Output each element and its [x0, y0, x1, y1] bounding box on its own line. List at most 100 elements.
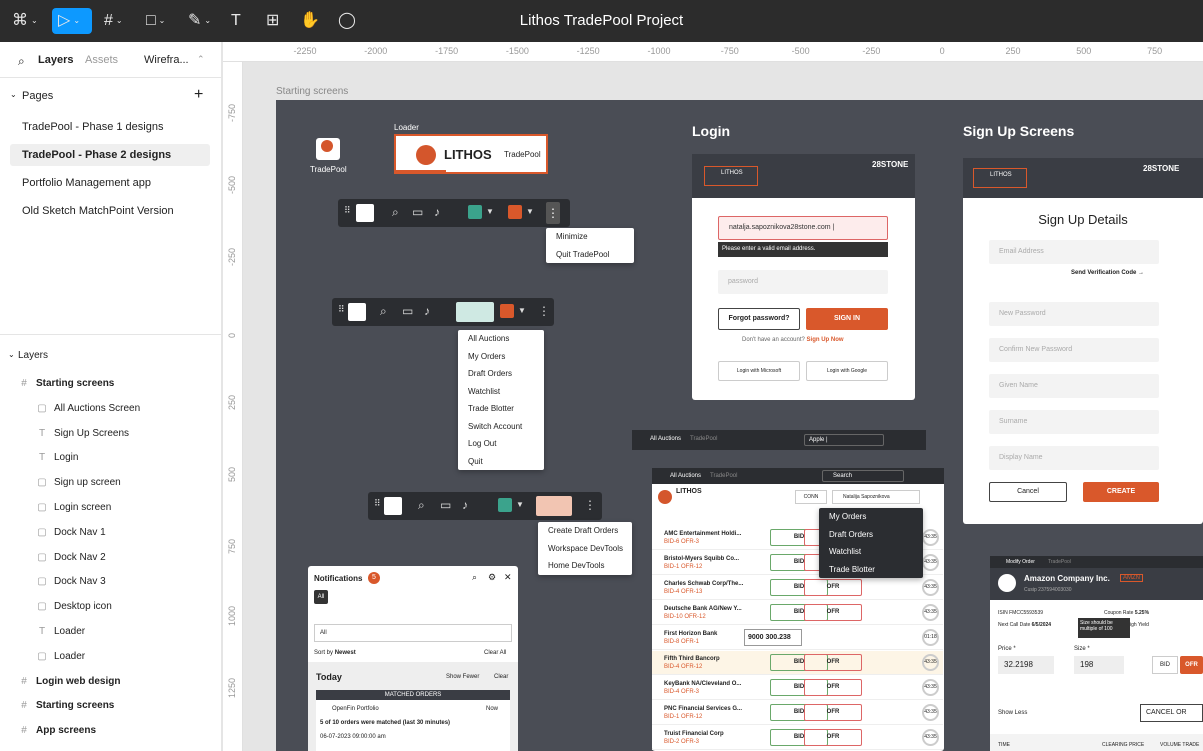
layer-item[interactable]: ▢ Desktop icon [0, 595, 222, 619]
menu-item[interactable]: Trade Blotter [819, 561, 923, 579]
password-field[interactable]: password [718, 270, 888, 294]
page-item[interactable]: Old Sketch MatchPoint Version [10, 200, 210, 222]
terminal-icon[interactable] [508, 205, 522, 219]
chevron-down-icon[interactable]: ▼ [526, 207, 534, 216]
chevron-down-icon[interactable]: ▼ [516, 500, 524, 509]
calendar-dropdown[interactable] [456, 302, 494, 322]
menu-item[interactable]: Quit TradePool [546, 246, 634, 264]
clear-button[interactable]: Clear [494, 674, 508, 680]
send-code-link[interactable]: Send Verification Code → [1071, 270, 1144, 276]
sign-up-now-link[interactable]: Sign Up Now [807, 337, 844, 343]
layer-item[interactable]: # Starting screens [0, 694, 222, 718]
drag-handle-icon[interactable]: ⠿ [338, 304, 345, 315]
close-icon[interactable]: ✕ [504, 572, 512, 583]
confirm-password-field[interactable]: Confirm New Password [989, 338, 1159, 362]
starting-screens-frame[interactable]: TradePool Loader LITHOS TradePool ⠿ ⌕ ▭ … [276, 100, 1203, 751]
chevron-down-icon[interactable]: ▼ [486, 207, 494, 216]
search-icon[interactable]: ⌕ [418, 498, 425, 513]
layer-item[interactable]: ▢ Dock Nav 3 [0, 570, 222, 594]
drag-handle-icon[interactable]: ⠿ [374, 498, 381, 509]
menu-item[interactable]: Switch Account [458, 418, 544, 436]
table-row[interactable]: Fifth Third Bancorp BID-4 OFR-12 BID OFR 43:… [652, 651, 943, 675]
tab-layers[interactable]: Layers [38, 54, 73, 66]
layer-item[interactable]: T Sign Up Screens [0, 422, 222, 446]
logo-icon[interactable] [348, 303, 366, 321]
search-icon[interactable]: ⌕ [18, 54, 25, 69]
layer-item[interactable]: ▢ Loader [0, 645, 222, 669]
bid-size-input[interactable]: 9000 300.238 [744, 629, 802, 646]
gear-icon[interactable]: ⚙ [488, 572, 496, 583]
menu-item[interactable]: My Orders [458, 348, 544, 366]
ofr-button[interactable]: OFR [804, 579, 862, 596]
display-name-field[interactable]: Display Name [989, 446, 1159, 470]
page-item[interactable]: TradePool - Phase 1 designs [10, 116, 210, 138]
add-page-icon[interactable]: + [194, 86, 203, 104]
menu-item[interactable]: Draft Orders [458, 365, 544, 383]
table-row[interactable]: First Horizon Bank BID-8 OFR-1 9000 300.23… [652, 626, 943, 650]
chevron-down-icon[interactable]: ⌄ [8, 350, 15, 359]
bell-icon[interactable]: ♪ [434, 205, 440, 219]
login-google-button[interactable]: Login with Google [806, 361, 888, 381]
canvas[interactable]: Starting screens TradePool Loader LITHOS… [244, 62, 1203, 751]
email-field[interactable]: natalja.sapoznikova28stone.com | [718, 216, 888, 240]
page-item[interactable]: Portfolio Management app [10, 172, 210, 194]
drag-handle-icon[interactable]: ⠿ [344, 205, 351, 216]
wallet-icon[interactable]: ▭ [412, 205, 423, 219]
terminal-icon[interactable] [500, 304, 514, 318]
layer-item[interactable]: ▢ All Auctions Screen [0, 397, 222, 421]
create-button[interactable]: CREATE [1083, 482, 1159, 502]
terminal-dropdown[interactable] [536, 496, 572, 516]
bell-icon[interactable]: ♪ [462, 498, 468, 512]
surname-field[interactable]: Surname [989, 410, 1159, 434]
more-icon[interactable]: ⋮ [546, 202, 560, 224]
chevron-down-icon[interactable]: ⌄ [10, 90, 17, 99]
new-password-field[interactable]: New Password [989, 302, 1159, 326]
menu-item[interactable]: Create Draft Orders [538, 522, 632, 540]
frame-label[interactable]: Starting screens [276, 86, 348, 97]
desktop-icon[interactable] [316, 138, 340, 160]
given-name-field[interactable]: Given Name [989, 374, 1159, 398]
menu-item[interactable]: Home DevTools [538, 557, 632, 575]
login-microsoft-button[interactable]: Login with Microsoft [718, 361, 800, 381]
menu-item[interactable]: Draft Orders [819, 526, 923, 544]
filter-select[interactable]: All [314, 624, 512, 642]
layer-item[interactable]: # Starting screens [0, 372, 222, 396]
forgot-password-button[interactable]: Forgot password? [718, 308, 800, 330]
sign-in-button[interactable]: SIGN IN [806, 308, 888, 330]
ofr-button[interactable]: OFR [804, 729, 862, 746]
menu-item[interactable]: All Auctions [458, 330, 544, 348]
show-fewer-button[interactable]: Show Fewer [446, 674, 479, 680]
user-dropdown[interactable]: Natalija Sapoznikova [832, 490, 920, 504]
layer-item[interactable]: T Login [0, 446, 222, 470]
bid-toggle[interactable]: BID [1152, 656, 1178, 674]
layer-item[interactable]: T Loader [0, 620, 222, 644]
menu-item[interactable]: Watchlist [458, 383, 544, 401]
price-input[interactable]: 32.2198 [998, 656, 1054, 674]
size-input[interactable]: 198 [1074, 656, 1124, 674]
menu-item[interactable]: Trade Blotter [458, 400, 544, 418]
search-icon[interactable]: ⌕ [380, 304, 387, 319]
ofr-toggle[interactable]: OFR [1180, 656, 1203, 674]
menu-item[interactable]: My Orders [819, 508, 923, 526]
search-icon[interactable]: ⌕ [472, 572, 477, 583]
layer-item[interactable]: # Login web design [0, 670, 222, 694]
more-icon[interactable]: ⋮ [538, 304, 550, 318]
page-item[interactable]: TradePool - Phase 2 designs [10, 144, 210, 166]
table-row[interactable]: Truist Financial Corp BID-2 OFR-3 BID OFR 43… [652, 726, 943, 750]
page-selector[interactable]: Wirefra... [144, 54, 189, 66]
menu-item[interactable]: Minimize [546, 228, 634, 246]
ofr-button[interactable]: OFR [804, 704, 862, 721]
menu-item[interactable]: Workspace DevTools [538, 540, 632, 558]
tab-assets[interactable]: Assets [85, 54, 118, 66]
calendar-icon[interactable] [468, 205, 482, 219]
table-row[interactable]: Charles Schwab Corp/The... BID-4 OFR-13 BI… [652, 576, 943, 600]
filter-all[interactable]: All [314, 590, 328, 604]
search-icon[interactable]: ⌕ [392, 205, 399, 220]
logo-icon[interactable] [356, 204, 374, 222]
sort-label[interactable]: Sort by Newest [314, 650, 356, 656]
cancel-button[interactable]: Cancel [989, 482, 1067, 502]
chevron-down-icon[interactable]: ▼ [518, 306, 526, 315]
ofr-button[interactable]: OFR [804, 604, 862, 621]
clear-all-button[interactable]: Clear All [484, 650, 506, 656]
table-row[interactable]: KeyBank NA/Cleveland O... BID-4 OFR-3 BID O… [652, 676, 943, 700]
